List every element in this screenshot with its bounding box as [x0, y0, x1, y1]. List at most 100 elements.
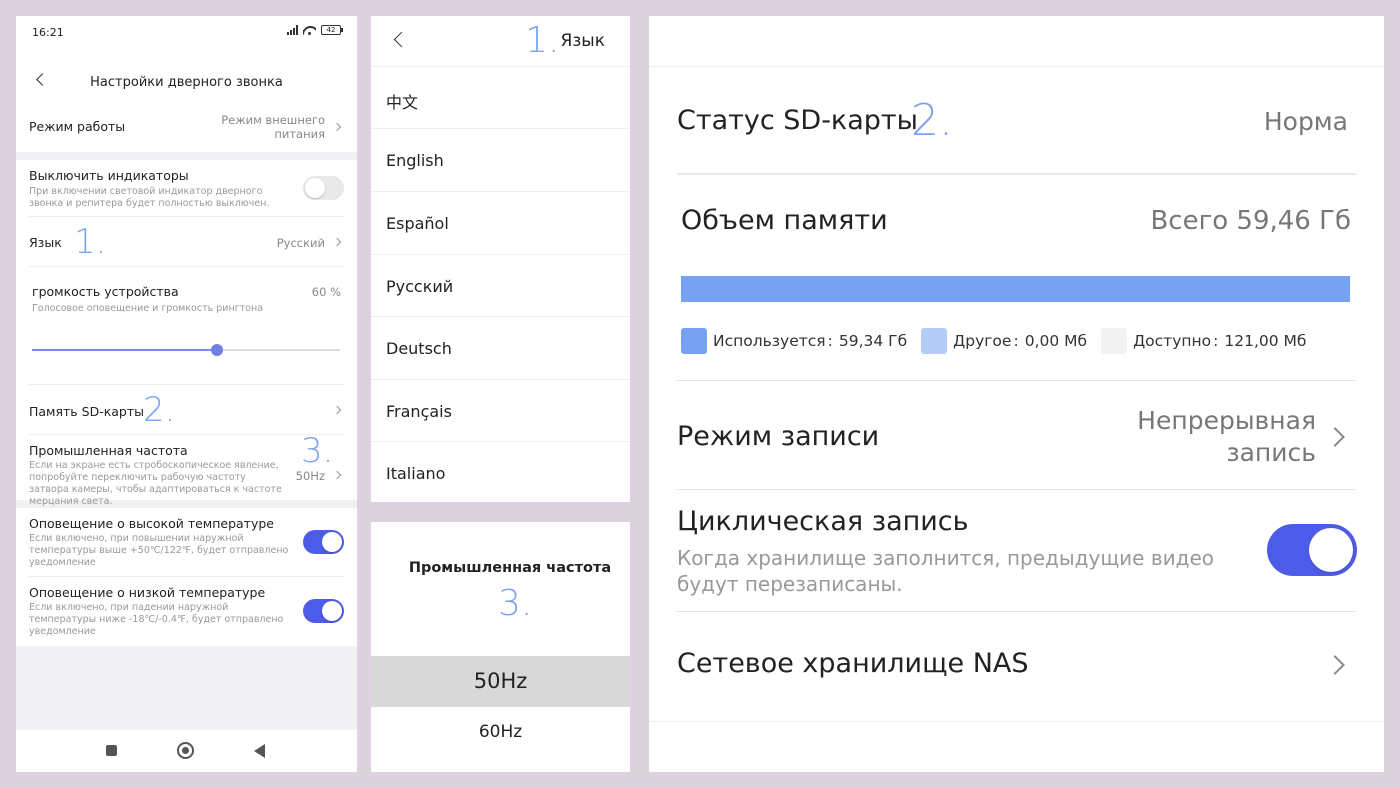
triangle-back-icon[interactable]: [254, 744, 265, 758]
annotation-marker-2: 2.: [143, 390, 176, 430]
chevron-right-icon: [332, 470, 342, 480]
chevron-right-icon: [1325, 427, 1345, 447]
frequency-value: 50Hz: [295, 469, 325, 483]
sd-memory-row[interactable]: Память SD-карты 2.: [16, 385, 357, 435]
frequency-desc-line2: попробуйте переключить рабочую частоту: [29, 472, 246, 483]
divider: [649, 721, 1384, 722]
language-option[interactable]: Deutsch: [371, 316, 630, 379]
indicators-toggle[interactable]: [303, 176, 344, 200]
legend-free-value: 121,00 Мб: [1224, 332, 1307, 350]
frequency-desc-line4: мерцания света.: [29, 496, 113, 507]
legend-used: Используется:59,34 Гб: [681, 328, 907, 354]
memory-label: Объем памяти: [681, 205, 888, 236]
frequency-desc-line3: затвора камеры, чтобы адаптироваться к ч…: [29, 484, 282, 495]
status-icons: 42: [287, 25, 343, 35]
legend-used-value: 59,34 Гб: [838, 332, 908, 350]
legend-free-label: Доступно: [1133, 332, 1212, 350]
record-mode-value-line1: Непрерывная: [1137, 406, 1316, 435]
language-option[interactable]: 中文: [371, 66, 630, 129]
loop-record-toggle[interactable]: [1267, 524, 1357, 576]
picker-title: Промышленная частота: [408, 560, 612, 576]
annotation-marker-1: 1.: [525, 20, 560, 61]
memory-total: Всего 59,46 Гб: [1150, 206, 1351, 236]
toggle-knob: [1309, 528, 1353, 572]
chevron-right-icon: [1325, 655, 1345, 675]
nas-label: Сетевое хранилище NAS: [677, 648, 1029, 679]
frequency-option[interactable]: 60Hz: [371, 707, 630, 758]
legend-other-value: 0,00 Мб: [1024, 332, 1088, 350]
sd-card-screen: Статус SD-карты 2. Норма Объем памяти Вс…: [649, 16, 1384, 772]
battery-icon: 42: [321, 25, 343, 35]
record-mode-value: Непрерывная запись: [1137, 405, 1316, 469]
legend-other: Другое:0,00 Мб: [921, 328, 1087, 354]
circle-icon[interactable]: [177, 742, 194, 759]
sd-status-value: Норма: [1263, 107, 1348, 136]
volume-desc: Голосовое оповещение и громкость рингтон…: [32, 303, 264, 314]
record-mode-row[interactable]: Режим записи Непрерывная запись: [649, 381, 1384, 489]
high-temp-desc-line3: уведомление: [29, 557, 96, 568]
indicators-desc: При включении световой индикатор дверног…: [29, 186, 270, 210]
legend-swatch-free: [1101, 328, 1128, 354]
mode-value: Режим внешнего питания: [221, 113, 325, 141]
low-temp-desc-line1: Если включено, при падении наружной: [29, 602, 229, 613]
annotation-marker-2: 2.: [911, 95, 953, 146]
chevron-right-icon: [332, 405, 342, 415]
frequency-picker: Промышленная частота 3. 50Hz 60Hz: [371, 522, 630, 772]
loop-record-desc-line2: будут перезаписаны.: [677, 572, 903, 596]
toggle-knob: [305, 178, 325, 198]
record-mode-label: Режим записи: [677, 421, 880, 452]
language-option[interactable]: Español: [371, 191, 630, 254]
language-option[interactable]: Français: [371, 379, 630, 442]
slider-fill: [32, 349, 217, 351]
mode-label: Режим работы: [29, 119, 126, 134]
language-row[interactable]: Язык 1. Русский: [16, 217, 357, 267]
low-temp-desc-line3: уведомление: [29, 626, 96, 637]
language-option-label: Deutsch: [386, 339, 452, 358]
language-option-label: 中文: [386, 93, 419, 112]
mode-value-line1: Режим внешнего: [221, 113, 325, 127]
language-option[interactable]: English: [371, 128, 630, 191]
mode-value-line2: питания: [274, 127, 325, 141]
language-value: Русский: [276, 236, 325, 250]
language-option[interactable]: Русский: [371, 254, 630, 317]
annotation-marker-3: 3.: [498, 583, 533, 624]
high-temp-toggle[interactable]: [303, 530, 344, 554]
record-mode-value-line2: запись: [1226, 438, 1316, 467]
frequency-option-selected[interactable]: 50Hz: [371, 656, 630, 707]
low-temp-toggle[interactable]: [303, 599, 344, 623]
nas-row[interactable]: Сетевое хранилище NAS: [649, 612, 1384, 720]
temperature-group: Оповещение о высокой температуре Если вк…: [16, 508, 357, 646]
signal-icon: [287, 25, 298, 35]
high-temp-desc-line2: температуры выше +50℃/122℉, будет отправ…: [29, 545, 289, 556]
back-arrow-icon[interactable]: [393, 31, 410, 48]
slider-handle[interactable]: [211, 344, 223, 356]
toggle-knob: [322, 601, 342, 621]
chevron-right-icon: [332, 122, 342, 132]
status-bar: 16:21 42: [16, 16, 357, 50]
language-option-label: English: [386, 151, 444, 170]
sd-memory-label: Память SD-карты: [29, 404, 144, 419]
frequency-row[interactable]: Промышленная частота Если на экране есть…: [16, 432, 357, 507]
volume-value: 60 %: [311, 285, 341, 299]
divider: [677, 173, 1356, 175]
legend-free: Доступно:121,00 Мб: [1101, 328, 1306, 354]
language-option[interactable]: Italiano: [371, 441, 630, 502]
mode-row[interactable]: Режим работы Режим внешнего питания: [16, 102, 357, 152]
header: Настройки дверного звонка: [16, 50, 357, 102]
square-icon[interactable]: [106, 745, 117, 756]
legend-sep: :: [827, 332, 833, 350]
memory-usage-bar: [681, 276, 1350, 302]
chevron-right-icon: [332, 237, 342, 247]
legend-sep: :: [1213, 332, 1219, 350]
legend-other-label: Другое: [953, 332, 1012, 350]
frequency-desc: Если на экране есть стробоскопическое яв…: [29, 460, 282, 508]
language-option-label: Español: [386, 214, 449, 233]
legend-sep: :: [1013, 332, 1019, 350]
sd-status-label: Статус SD-карты: [677, 105, 918, 136]
indicators-desc-line2: звонка и репитера будет полностью выключ…: [29, 198, 270, 209]
status-time: 16:21: [32, 26, 64, 39]
divider: [649, 66, 1384, 67]
memory-used-fill: [681, 276, 1350, 302]
frequency-label: Промышленная частота: [29, 443, 188, 458]
divider: [29, 576, 344, 577]
